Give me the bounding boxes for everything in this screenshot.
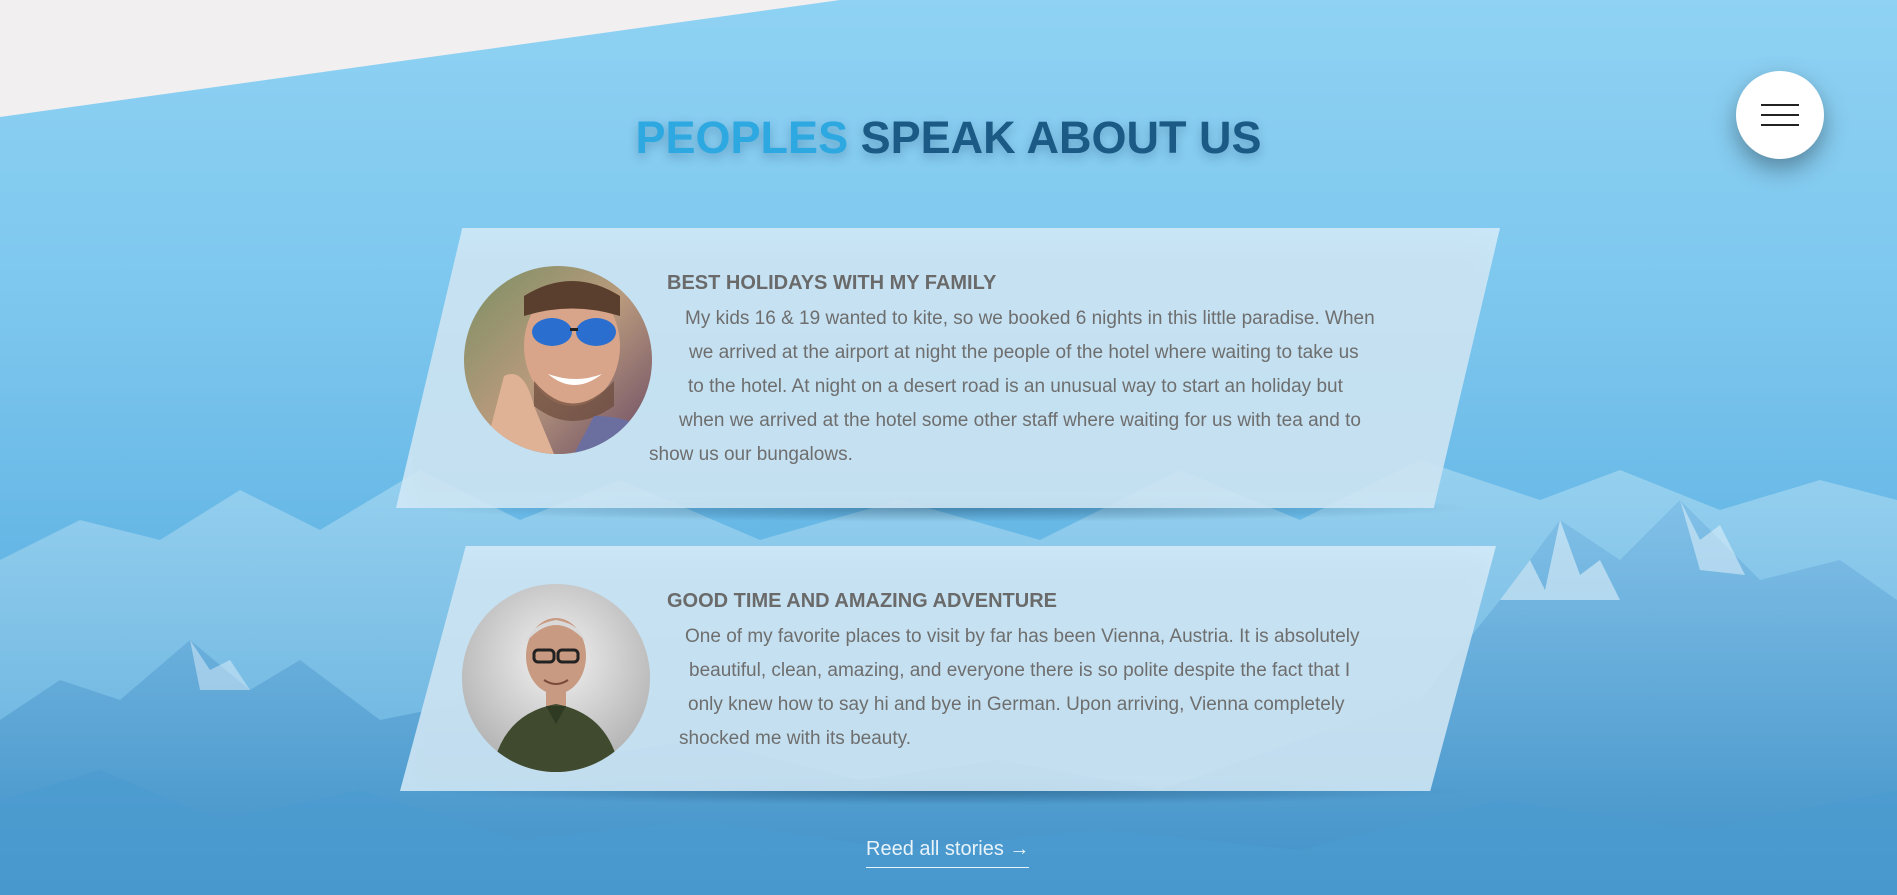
testimonial-text-line: My kids 16 & 19 wanted to kite, so we bo… bbox=[685, 308, 1375, 329]
testimonial-text-line: shocked me with its beauty. bbox=[679, 728, 911, 749]
avatar bbox=[464, 266, 652, 454]
testimonial-text-line: to the hotel. At night on a desert road … bbox=[688, 376, 1343, 397]
section-title-part1: PEOPLES bbox=[635, 112, 849, 163]
testimonial-card: GOOD TIME AND AMAZING ADVENTURE One of m… bbox=[400, 546, 1496, 805]
testimonial-text-line: we arrived at the airport at night the p… bbox=[689, 342, 1359, 363]
testimonial-text-line: show us our bungalows. bbox=[649, 444, 853, 465]
testimonial-text-line: only knew how to say hi and bye in Germa… bbox=[688, 694, 1345, 715]
read-all-stories-link[interactable]: Reed all stories → bbox=[866, 838, 1030, 868]
testimonial-title: BEST HOLIDAYS WITH MY FAMILY bbox=[667, 272, 997, 294]
testimonial-text-line: when we arrived at the hotel some other … bbox=[679, 410, 1361, 431]
menu-button[interactable] bbox=[1736, 71, 1824, 159]
testimonial-title: GOOD TIME AND AMAZING ADVENTURE bbox=[667, 590, 1057, 612]
hamburger-menu-icon bbox=[1761, 104, 1799, 126]
section-title-part2: SPEAK ABOUT US bbox=[860, 112, 1262, 163]
testimonial-card: BEST HOLIDAYS WITH MY FAMILY My kids 16 … bbox=[396, 228, 1500, 522]
testimonial-text-line: One of my favorite places to visit by fa… bbox=[685, 626, 1360, 647]
testimonial-text-line: beautiful, clean, amazing, and everyone … bbox=[689, 660, 1351, 681]
avatar bbox=[462, 584, 650, 772]
section-title: PEOPLES SPEAK ABOUT US bbox=[0, 112, 1897, 164]
